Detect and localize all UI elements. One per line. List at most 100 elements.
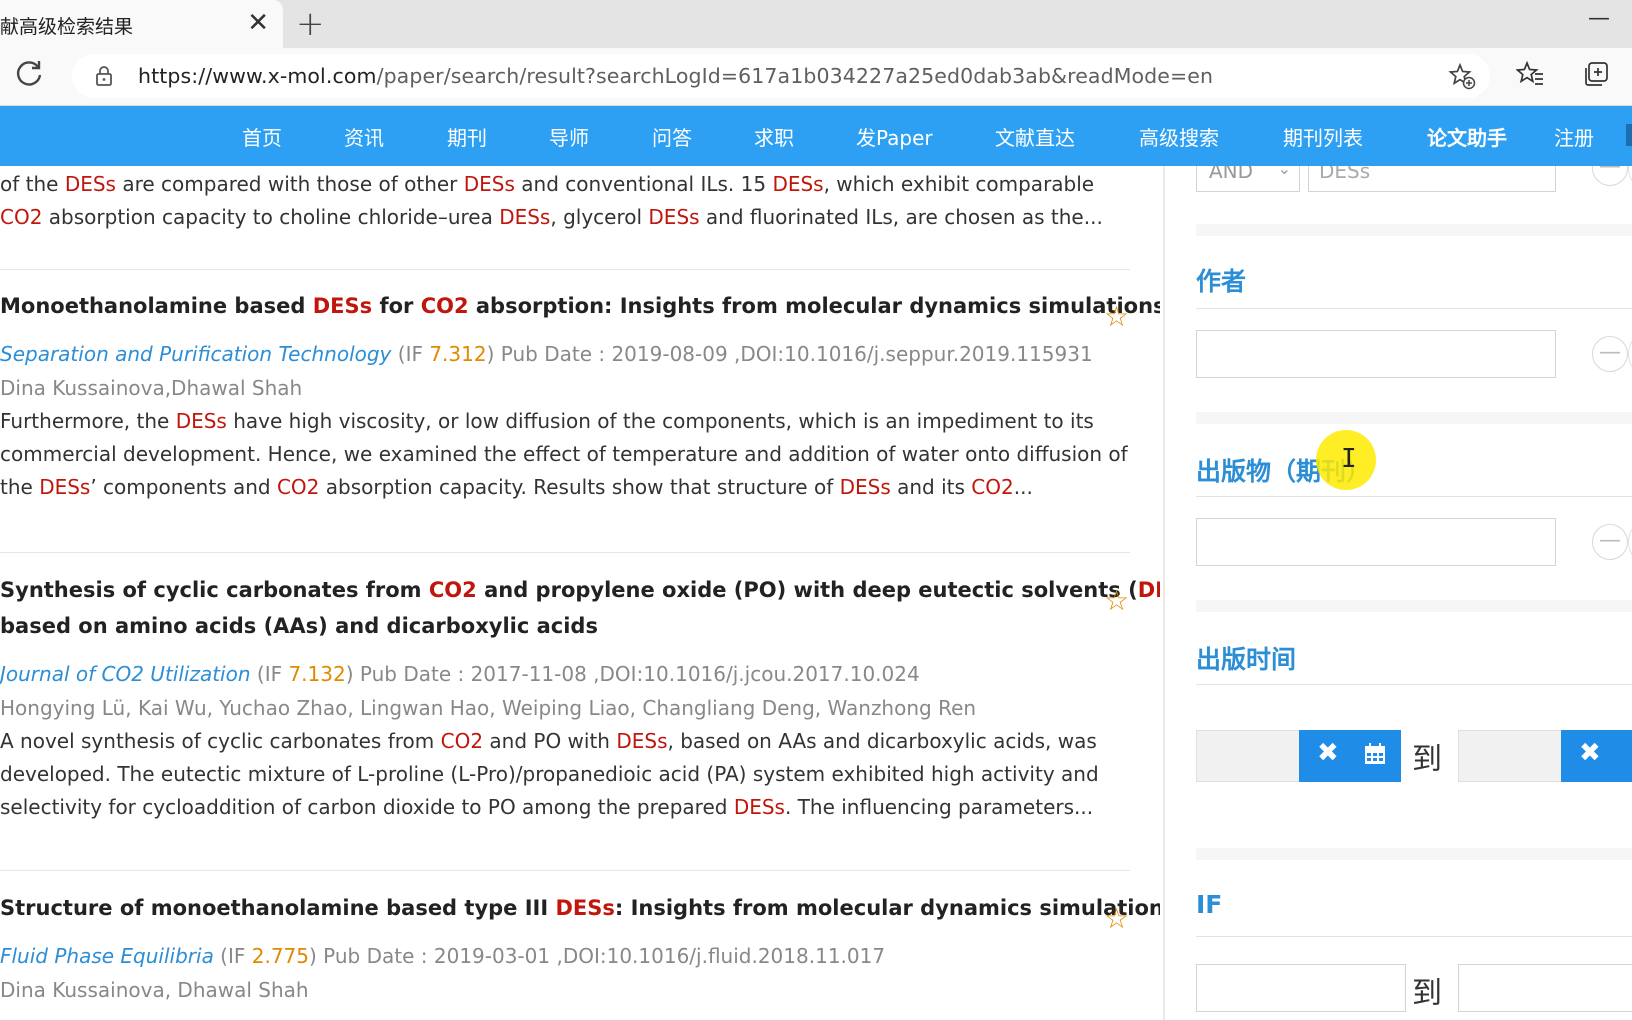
active-tab[interactable]: 献高级检索结果 ✕ [0, 0, 283, 48]
text: and its [890, 475, 972, 499]
journal-link[interactable]: Separation and Purification Technology [0, 342, 391, 366]
minimize-window-button[interactable]: — [1588, 6, 1610, 31]
text: developed. The eutectic mixture of L-pro… [0, 762, 1099, 786]
close-tab-icon[interactable]: ✕ [247, 8, 269, 38]
remove-publication-icon[interactable]: — [1592, 524, 1628, 560]
url-text[interactable]: https://www.x-mol.com/paper/search/resul… [138, 64, 1213, 88]
favorites-icon[interactable] [1515, 60, 1544, 95]
url-host: https://www.x-mol.com [138, 64, 377, 88]
logic-operator-select[interactable]: AND ⌄ [1196, 166, 1300, 192]
abstract-line: commercial development. Hence, we examin… [0, 438, 1140, 471]
collections-icon[interactable] [1582, 60, 1610, 95]
text: A novel synthesis of cyclic carbonates f… [0, 729, 441, 753]
favorite-star-icon[interactable]: ☆ [1104, 302, 1129, 332]
nav-journals[interactable]: 期刊 [447, 122, 487, 151]
date-range-to: 到 [1412, 742, 1442, 777]
nav-publish-paper[interactable]: 发Paper [856, 122, 933, 151]
publication-input[interactable] [1196, 518, 1556, 566]
nav-literature-direct[interactable]: 文献直达 [995, 122, 1075, 151]
keyword-highlight: DESs [312, 294, 373, 318]
add-row-icon[interactable] [1628, 166, 1632, 186]
nav-mentors[interactable]: 导师 [549, 122, 589, 151]
text: (IF [250, 662, 289, 686]
nav-jobs[interactable]: 求职 [754, 122, 794, 151]
chevron-down-icon: ⌄ [1277, 166, 1291, 178]
text: , glycerol [550, 205, 649, 229]
if-label: IF [1196, 890, 1223, 919]
keyword-highlight: DESs [64, 172, 116, 196]
nav-overflow-edge [1626, 124, 1632, 146]
abstract-line: developed. The eutectic mixture of L-pro… [0, 758, 1140, 791]
text: for [372, 294, 421, 318]
browser-toolbar: https://www.x-mol.com/paper/search/resul… [0, 48, 1632, 106]
result-meta: Separation and Purification Technology (… [0, 337, 1140, 371]
text: ’ components and [90, 475, 277, 499]
section-rule [1196, 308, 1632, 309]
nav-news[interactable]: 资讯 [344, 122, 384, 151]
nav-home[interactable]: 首页 [242, 122, 282, 151]
journal-link[interactable]: Fluid Phase Equilibria [0, 944, 214, 968]
address-bar[interactable]: https://www.x-mol.com/paper/search/resul… [72, 54, 1490, 98]
if-min-input[interactable] [1196, 964, 1406, 1012]
keyword-highlight: DESs [772, 172, 824, 196]
if-max-input[interactable] [1458, 964, 1632, 1012]
start-date-buttons: ✖ [1299, 730, 1401, 782]
add-publication-icon[interactable] [1628, 524, 1632, 560]
nav-paper-assistant[interactable]: 论文助手 [1427, 122, 1507, 151]
search-results: of the DESs are compared with those of o… [0, 166, 1160, 1020]
author-input[interactable] [1196, 330, 1556, 378]
nav-qa[interactable]: 问答 [652, 122, 692, 151]
remove-author-icon[interactable]: — [1592, 336, 1628, 372]
result-authors: Dina Kussainova, Dhawal Shah [0, 978, 309, 1002]
result-title-line2[interactable]: based on amino acids (AAs) and dicarboxy… [0, 608, 1140, 644]
favorite-star-icon[interactable]: ☆ [1104, 586, 1129, 616]
result-separator [0, 552, 1130, 553]
section-divider [1196, 600, 1632, 612]
result-meta: Journal of CO2 Utilization (IF 7.132) Pu… [0, 657, 1140, 691]
keyword-highlight: DESs [839, 475, 891, 499]
section-divider [1196, 224, 1632, 236]
text: Synthesis of cyclic carbonates from [0, 578, 429, 602]
abstract-line: A novel synthesis of cyclic carbonates f… [0, 725, 1140, 758]
text: and fluorinated ILs, are chosen as the..… [699, 205, 1103, 229]
nav-advanced-search[interactable]: 高级搜索 [1139, 122, 1219, 151]
start-date-input[interactable] [1196, 730, 1300, 782]
end-date-input[interactable] [1458, 730, 1562, 782]
remove-row-icon[interactable]: — [1592, 166, 1628, 186]
text: Monoethanolamine based [0, 294, 313, 318]
pub-date-doi: ) Pub Date : 2017-11-08 ,DOI:10.1016/j.j… [345, 662, 920, 686]
abstract-line: the DESs’ components and CO2 absorption … [0, 471, 1140, 504]
keyword-highlight: DESs [616, 729, 668, 753]
journal-link[interactable]: Journal of CO2 Utilization [0, 662, 251, 686]
keyword-highlight: DESs [463, 172, 515, 196]
result-meta: Fluid Phase Equilibria (IF 2.775) Pub Da… [0, 939, 1140, 973]
new-tab-button[interactable]: + [296, 4, 325, 44]
result-authors: Hongying Lü, Kai Wu, Yuchao Zhao, Lingwa… [0, 696, 977, 720]
section-divider [1196, 412, 1632, 424]
text: , which exhibit comparable [823, 172, 1095, 196]
text: ... [1013, 475, 1033, 499]
add-favorite-icon[interactable] [1448, 62, 1476, 97]
calendar-icon[interactable] [1363, 742, 1387, 766]
previous-result-snippet: of the DESs are compared with those of o… [0, 168, 1103, 234]
nav-journal-list[interactable]: 期刊列表 [1283, 122, 1363, 151]
result-title[interactable]: Structure of monoethanolamine based type… [0, 890, 1160, 926]
keyword-highlight: DESs [648, 205, 700, 229]
result-title[interactable]: Monoethanolamine based DESs for CO2 abso… [0, 288, 1160, 324]
favorite-star-icon[interactable]: ☆ [1104, 904, 1129, 934]
url-path: /paper/search/result?searchLogId=617a1b0… [376, 64, 1214, 88]
keyword-highlight: CO2 [428, 578, 477, 602]
keyword-input[interactable]: DESs [1308, 166, 1556, 192]
pubtime-label: 出版时间 [1196, 645, 1297, 674]
reload-icon[interactable] [14, 58, 46, 94]
clear-date-icon[interactable]: ✖ [1317, 738, 1339, 768]
keyword-highlight: DESs [39, 475, 91, 499]
text: absorption capacity. Results show that s… [319, 475, 840, 499]
lock-icon[interactable] [92, 64, 116, 88]
result-title[interactable]: Synthesis of cyclic carbonates from CO2 … [0, 572, 1160, 608]
result-authors: Dina Kussainova,Dhawal Shah [0, 376, 303, 400]
end-date-buttons: ✖ [1561, 730, 1632, 782]
clear-date-icon[interactable]: ✖ [1579, 738, 1601, 768]
add-author-icon[interactable] [1628, 336, 1632, 372]
nav-register[interactable]: 注册 [1554, 122, 1594, 151]
